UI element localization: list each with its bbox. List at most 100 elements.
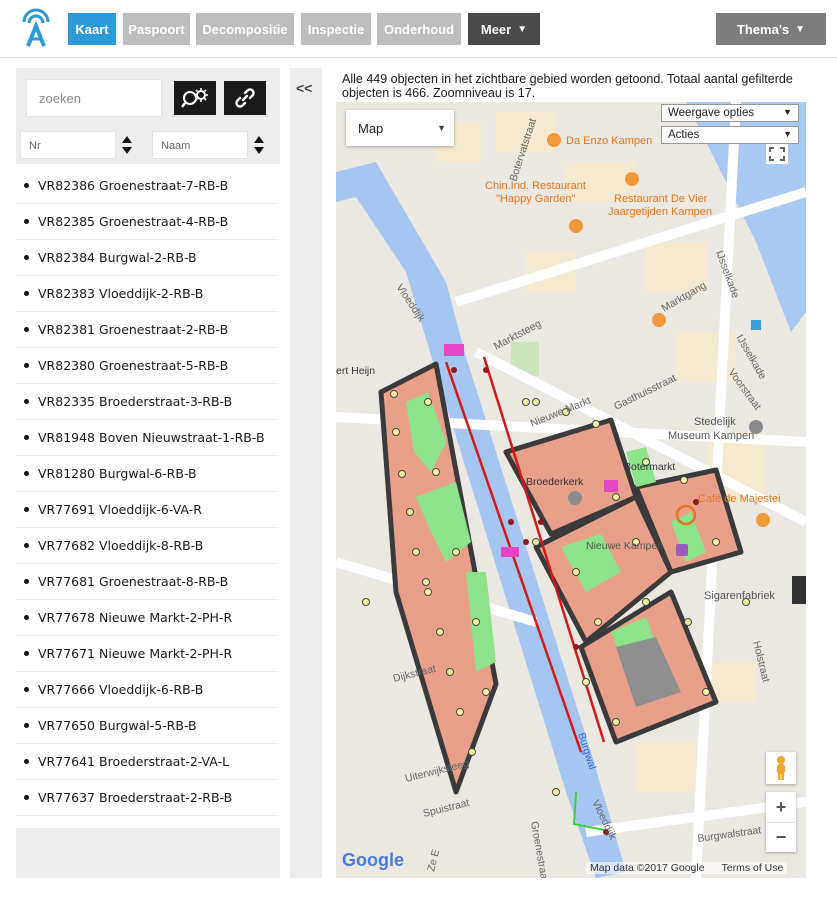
item-id: VR82383 [38,286,96,301]
google-logo[interactable]: Google [342,850,404,871]
app-logo-icon[interactable] [18,8,54,48]
map-view[interactable]: Botervatstraat Da Enzo Kampen Chin.Ind. … [336,102,806,878]
street-view-button[interactable] [766,752,796,784]
search-input[interactable] [26,79,162,117]
map-data-text: Map data ©2017 Google [590,862,705,874]
caret-down-icon: ▼ [795,23,806,35]
sort-arrows-icon[interactable] [252,133,266,157]
display-options-select[interactable]: Weergave opties ▼ [661,104,799,122]
tab-paspoort-label: Paspoort [128,21,185,37]
bullet-icon [24,291,29,296]
collapse-panel-button[interactable]: << [290,68,322,878]
tab-kaart-label: Kaart [75,21,109,37]
bullet-icon [24,651,29,656]
tab-decompositie-label: Decompositie [202,21,288,37]
item-name: Groenestraat-7-RB-B [99,178,229,193]
list-item[interactable]: VR81948 Boven Nieuwstraat-1-RB-B [16,420,278,456]
bullet-icon [24,435,29,440]
item-id: VR77666 [38,682,96,697]
advanced-search-button[interactable] [174,81,216,115]
label-vier-1: Restaurant De Vier [614,193,708,205]
list-item[interactable]: VR82380 Groenestraat-5-RB-B [16,348,278,384]
item-id: VR77681 [38,574,96,589]
item-name: Groenestraat-5-RB-B [99,358,229,373]
item-name: Groenestraat-4-RB-B [99,214,229,229]
item-name: Groenestraat-8-RB-B [99,574,229,589]
list-item[interactable]: VR77671 Nieuwe Markt-2-PH-R [16,636,278,672]
actions-label: Acties [668,129,700,141]
tab-inspectie[interactable]: Inspectie [301,13,371,45]
display-options-label: Weergave opties [668,107,755,119]
item-name: Burgwal-6-RB-B [99,466,197,481]
item-name: Broederstraat-3-RB-B [99,394,233,409]
tab-meer[interactable]: Meer ▼ [468,13,540,45]
fullscreen-button[interactable] [766,144,788,164]
item-name: Vloeddijk-8-RB-B [99,538,204,553]
label-nieuwe-kampen: Nieuwe Kampen [586,540,663,552]
label-museum: Museum Kampen [668,430,754,442]
search-settings-icon [181,88,208,108]
list-item[interactable]: VR82383 Vloeddijk-2-RB-B [16,276,278,312]
label-cafe: Café de Majestei [698,493,781,505]
list-item[interactable]: VR77691 Vloeddijk-6-VA-R [16,492,278,528]
terms-link[interactable]: Terms of Use [722,862,784,874]
sort-area: Nr Naam [16,126,280,164]
actions-select[interactable]: Acties ▼ [661,126,799,144]
item-name: Vloeddijk-6-RB-B [99,682,204,697]
item-name: Groenestraat-2-RB-B [99,322,229,337]
item-name: Burgwal-2-RB-B [99,250,197,265]
list-item[interactable]: VR77681 Groenestraat-8-RB-B [16,564,278,600]
bullet-icon [24,723,29,728]
sort-arrows-icon[interactable] [120,133,134,157]
list-item[interactable]: VR82384 Burgwal-2-RB-B [16,240,278,276]
list-item[interactable]: VR81280 Burgwal-6-RB-B [16,456,278,492]
list-item[interactable]: VR77641 Broederstraat-2-VA-L [16,744,278,780]
bullet-icon [24,795,29,800]
link-button[interactable] [224,81,266,115]
bullet-icon [24,183,29,188]
zoom-in-button[interactable]: + [766,792,796,822]
fullscreen-icon [769,147,785,161]
item-id: VR77641 [38,754,96,769]
item-name: Broederstraat-2-RB-B [99,790,233,805]
list-item[interactable]: VR77637 Broederstraat-2-RB-B [16,780,278,816]
list-item[interactable]: VR82335 Broederstraat-3-RB-B [16,384,278,420]
list-item[interactable]: VR77666 Vloeddijk-6-RB-B [16,672,278,708]
list-item[interactable]: VR77650 Burgwal-5-RB-B [16,708,278,744]
list-item[interactable]: VR82381 Groenestraat-2-RB-B [16,312,278,348]
list-item[interactable]: VR82386 Groenestraat-7-RB-B [16,168,278,204]
sort-nr-field[interactable]: Nr [20,131,116,159]
map-type-select[interactable]: Map ▼ [346,110,454,146]
list-item[interactable]: VR77682 Vloeddijk-8-RB-B [16,528,278,564]
tab-onderhoud-label: Onderhoud [383,21,455,37]
item-name: Nieuwe Markt-2-PH-R [99,646,233,661]
themes-button[interactable]: Thema's ▼ [716,13,826,45]
list-item[interactable]: VR77678 Nieuwe Markt-2-PH-R [16,600,278,636]
bullet-icon [24,759,29,764]
side-tab-handle[interactable] [792,576,806,604]
item-id: VR82386 [38,178,96,193]
caret-down-icon: ▼ [517,23,528,35]
bullet-icon [24,219,29,224]
tab-kaart[interactable]: Kaart [68,13,116,45]
item-name: Burgwal-5-RB-B [99,718,197,733]
map-canvas: Botervatstraat Da Enzo Kampen Chin.Ind. … [336,102,806,878]
tab-paspoort[interactable]: Paspoort [123,13,190,45]
tab-decompositie[interactable]: Decompositie [196,13,294,45]
sort-naam-field[interactable]: Naam [152,131,248,159]
dropdown-arrow-icon: ▼ [783,107,792,117]
bullet-icon [24,327,29,332]
item-id: VR81280 [38,466,96,481]
bullet-icon [24,399,29,404]
list-footer [16,828,280,878]
tab-onderhoud[interactable]: Onderhoud [377,13,461,45]
left-panel: Nr Naam VR82386 Groenestraat-7-RB-B VR82… [16,68,280,878]
item-id: VR77691 [38,502,96,517]
list-item[interactable]: VR82385 Groenestraat-4-RB-B [16,204,278,240]
pegman-icon [777,756,785,780]
zoom-out-button[interactable]: − [766,822,796,852]
item-id: VR77671 [38,646,96,661]
label-sigarenfabriek: Sigarenfabriek [704,590,775,602]
tab-inspectie-label: Inspectie [307,21,365,37]
bullet-icon [24,363,29,368]
